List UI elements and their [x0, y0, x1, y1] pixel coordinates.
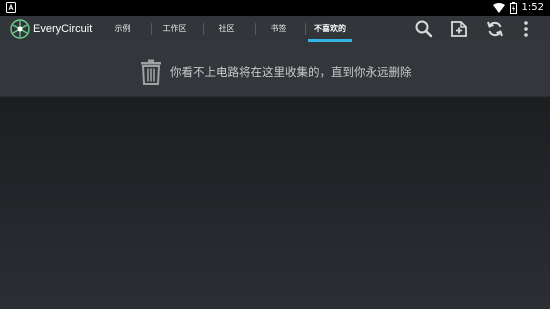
tab-bookmarks[interactable]: 书签: [256, 16, 301, 42]
tab-label: 示例: [114, 24, 131, 33]
trash-icon: [141, 59, 161, 85]
wifi-icon: [492, 3, 505, 13]
notification-a-icon: [6, 2, 16, 13]
tab-label: 社区: [218, 24, 235, 33]
tab-label: 书签: [270, 24, 287, 33]
empty-state-banner: 你看不上电路将在这里收集的，直到你永远删除: [0, 42, 550, 97]
tab-label: 工作区: [162, 24, 187, 33]
add-circuit-icon[interactable]: [449, 19, 469, 39]
overflow-menu-icon[interactable]: [521, 19, 531, 39]
tab-examples[interactable]: 示例: [100, 16, 145, 42]
status-time: 1:52: [521, 2, 544, 13]
tab-label: 不喜欢的: [314, 24, 346, 33]
disliked-circuits-list: [0, 98, 550, 309]
app-title: EveryCircuit: [33, 23, 93, 35]
tab-disliked[interactable]: 不喜欢的: [306, 16, 354, 42]
status-bar: 1:52: [0, 0, 550, 16]
everycircuit-logo-icon[interactable]: [9, 18, 31, 40]
search-icon[interactable]: [414, 19, 434, 39]
sync-icon[interactable]: [485, 19, 505, 39]
empty-state-message: 你看不上电路将在这里收集的，直到你永远删除: [170, 65, 412, 79]
app-bar: EveryCircuit 示例 工作区 社区 书签 不喜欢的: [0, 16, 550, 42]
tab-workspace[interactable]: 工作区: [152, 16, 197, 42]
battery-icon: [509, 2, 517, 14]
tab-community[interactable]: 社区: [204, 16, 249, 42]
